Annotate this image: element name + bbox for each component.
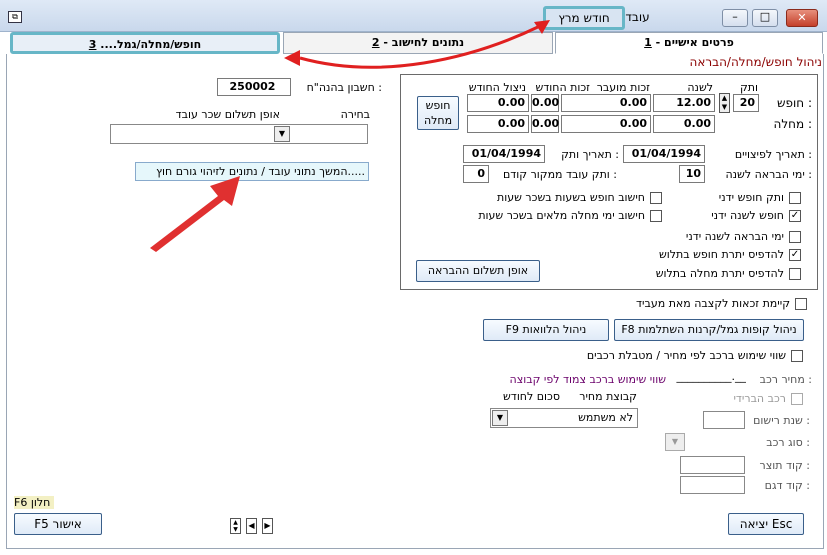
curved-arrow	[299, 24, 541, 69]
annotation-arrows	[150, 20, 550, 252]
big-arrow	[150, 176, 240, 252]
arrow-head-left	[284, 50, 300, 66]
